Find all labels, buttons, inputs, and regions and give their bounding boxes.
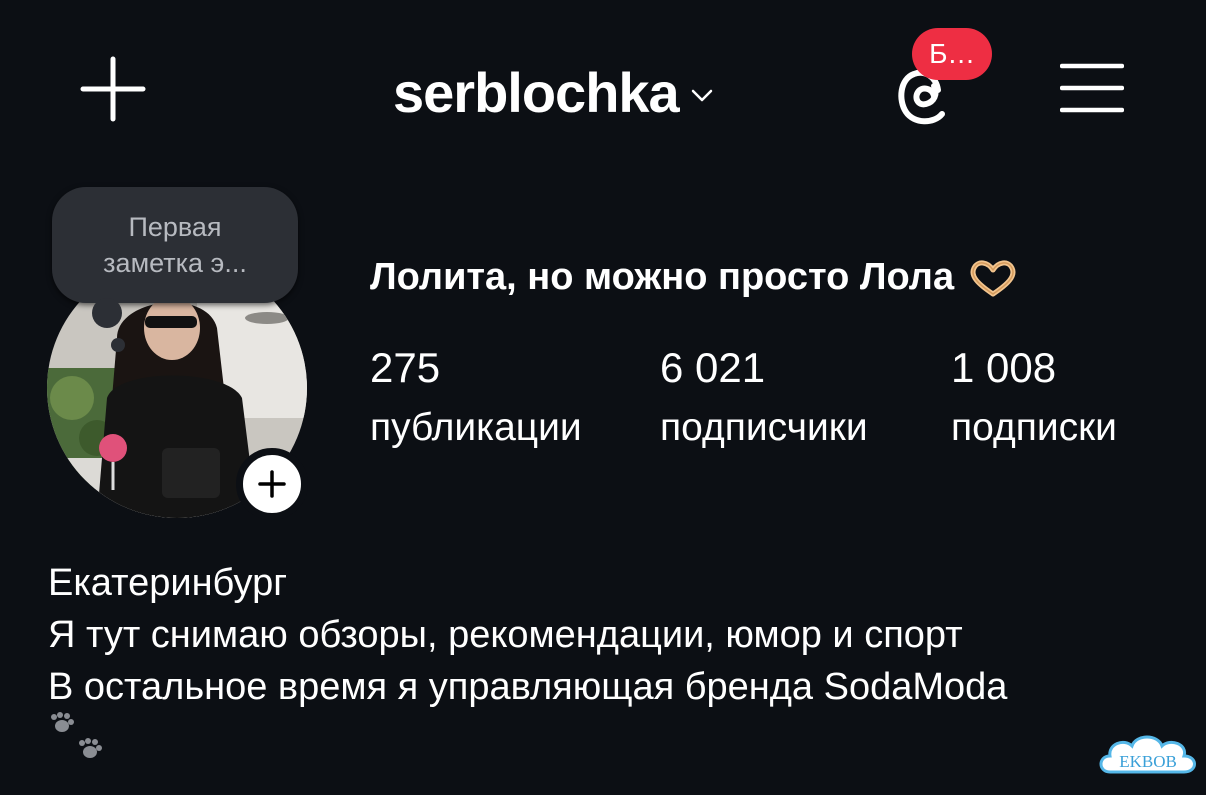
- bio-line: В остальное время я управляющая бренда S…: [48, 666, 1008, 708]
- note-line-2: заметка э...: [103, 248, 247, 278]
- note-bubble-tail-small: [111, 338, 125, 352]
- full-name: Лолита, но можно просто Лола: [370, 256, 955, 298]
- paw-prints-icon: [51, 712, 102, 758]
- followers-count: 6 021: [660, 344, 766, 391]
- stat-posts[interactable]: 275 публикации: [370, 340, 582, 454]
- following-label: подписки: [951, 406, 1117, 449]
- posts-count: 275: [370, 344, 441, 391]
- username-title: serblochka: [393, 61, 680, 124]
- stat-following[interactable]: 1 008 подписки: [951, 340, 1117, 454]
- profile-page: serblochka Б... Первая заметка э... Лоли…: [0, 0, 1206, 795]
- stat-followers[interactable]: 6 021 подписчики: [660, 340, 868, 454]
- watermark-text: EKBOB: [1119, 752, 1177, 771]
- posts-label: публикации: [370, 406, 582, 449]
- add-story-button[interactable]: [236, 448, 308, 520]
- bio: Екатеринбург Я тут снимаю обзоры, рекоме…: [48, 557, 1007, 713]
- threads-notification-badge[interactable]: Б...: [912, 28, 992, 80]
- heart-hands-icon: [970, 260, 1016, 296]
- note-line-1: Первая: [128, 212, 222, 242]
- plus-icon: [258, 470, 286, 498]
- note-bubble-tail: [92, 298, 122, 328]
- menu-icon[interactable]: [1060, 62, 1124, 114]
- bio-line: Я тут снимаю обзоры, рекомендации, юмор …: [48, 614, 963, 656]
- new-post-plus-icon[interactable]: [80, 56, 146, 122]
- followers-label: подписчики: [660, 406, 868, 449]
- ekbob-watermark-logo: EKBOB: [1099, 735, 1196, 774]
- chevron-down-icon: [691, 89, 712, 102]
- account-switcher[interactable]: serblochka: [393, 58, 713, 128]
- following-count: 1 008: [951, 344, 1057, 391]
- note-bubble[interactable]: Первая заметка э...: [52, 187, 298, 303]
- bio-location: Екатеринбург: [48, 562, 288, 604]
- full-name-row: Лолита, но можно просто Лола: [370, 256, 1018, 299]
